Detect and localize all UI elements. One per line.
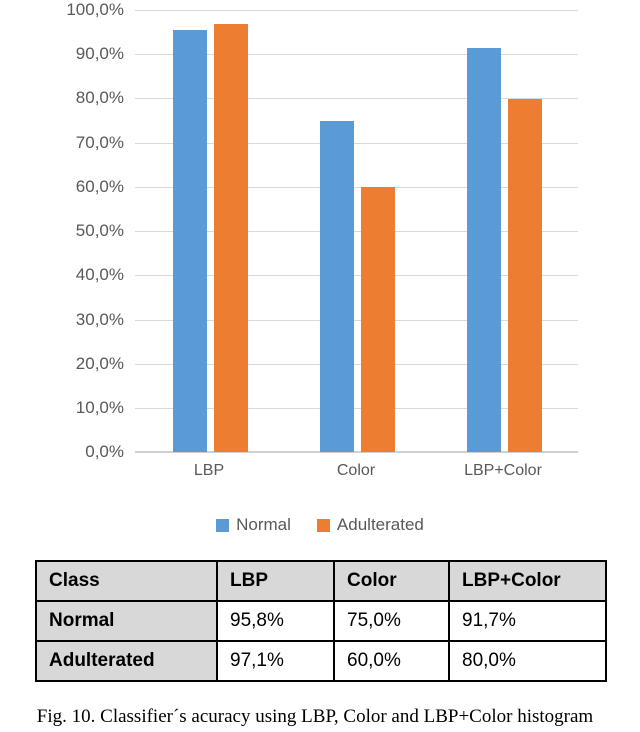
y-tick-label: 90,0% — [75, 44, 124, 63]
table-cell-normal-lbp: 95,8% — [216, 600, 335, 642]
bar-adulterated-color — [361, 187, 395, 452]
legend-entry-adulterated: Adulterated — [316, 515, 424, 535]
gridline-100 — [135, 10, 578, 11]
bar-normal-both — [467, 47, 501, 452]
y-tick-label: 20,0% — [75, 354, 124, 373]
table-cell-adulterated-color: 60,0% — [333, 640, 450, 682]
table-header-lbp: LBP — [216, 560, 335, 602]
x-tick-label-both: LBP+Color — [464, 462, 542, 479]
y-tick-label: 10,0% — [75, 398, 124, 417]
table-header-row: Class LBP Color LBP+Color — [35, 560, 607, 602]
bar-chart-figure: 100,0% 90,0% 80,0% 70,0% 60,0% 50,0% 40,… — [0, 0, 640, 548]
table-row: Adulterated 97,1% 60,0% 80,0% — [35, 640, 607, 682]
table-header-color: Color — [333, 560, 450, 602]
table-row-header-normal: Normal — [35, 600, 218, 642]
legend-swatch-icon — [316, 518, 330, 532]
table-row: Normal 95,8% 75,0% 91,7% — [35, 600, 607, 642]
x-tick-label-color: Color — [336, 462, 376, 479]
table-cell-adulterated-lbp: 97,1% — [216, 640, 335, 682]
bar-normal-color — [320, 121, 354, 452]
table-header-both: LBP+Color — [448, 560, 607, 602]
y-tick-label: 100,0% — [66, 0, 124, 19]
table-row-header-adulterated: Adulterated — [35, 640, 218, 682]
y-tick-label: 40,0% — [75, 265, 124, 284]
bar-normal-lbp — [173, 29, 207, 452]
figure-caption-text: Fig. 10. Classifier´s acuracy using LBP,… — [36, 706, 594, 727]
chart-legend: Normal Adulterated — [0, 515, 640, 535]
y-tick-label: 60,0% — [75, 177, 124, 196]
y-tick-label: 50,0% — [75, 221, 124, 240]
table-header-class: Class — [35, 560, 218, 602]
bar-adulterated-lbp — [214, 23, 248, 452]
table-cell-adulterated-both: 80,0% — [448, 640, 607, 682]
legend-label: Adulterated — [336, 515, 424, 534]
table-cell-normal-color: 75,0% — [333, 600, 450, 642]
y-tick-label: 70,0% — [75, 133, 124, 152]
x-axis: LBP Color LBP+Color — [135, 462, 578, 492]
y-tick-label: 30,0% — [75, 310, 124, 329]
bar-adulterated-both — [508, 99, 542, 452]
plot-area — [135, 10, 578, 453]
y-axis: 100,0% 90,0% 80,0% 70,0% 60,0% 50,0% 40,… — [0, 0, 124, 462]
results-table-container: Class LBP Color LBP+Color Normal 95,8% 7… — [35, 560, 607, 682]
table-cell-normal-both: 91,7% — [448, 600, 607, 642]
results-table: Class LBP Color LBP+Color Normal 95,8% 7… — [35, 560, 607, 682]
x-tick-label-lbp: LBP — [193, 462, 225, 479]
legend-label: Normal — [236, 515, 291, 534]
y-tick-label: 0,0% — [85, 442, 124, 461]
figure-caption: Fig. 10. Classifier´s acuracy using LBP,… — [0, 706, 640, 728]
y-tick-label: 80,0% — [75, 88, 124, 107]
legend-entry-normal: Normal — [216, 515, 291, 535]
legend-swatch-icon — [216, 518, 230, 532]
